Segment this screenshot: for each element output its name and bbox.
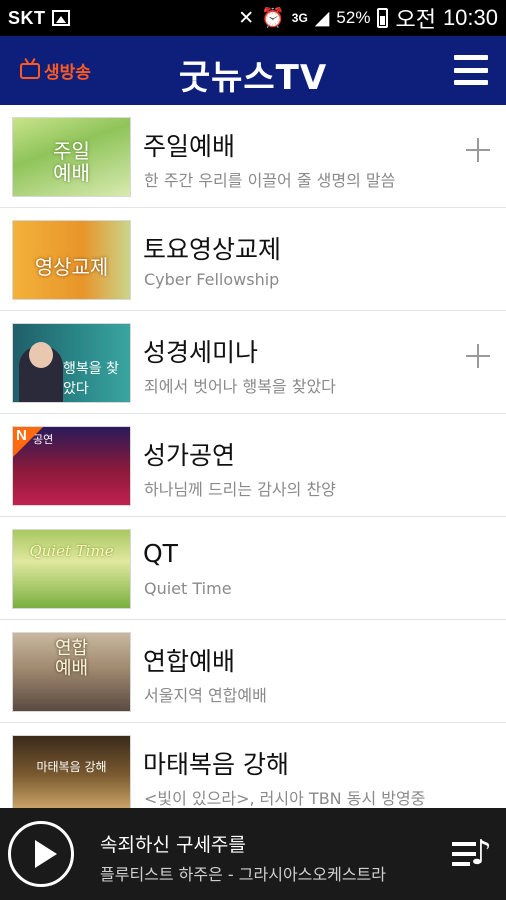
status-bar: SKT ✕ ⏰ 3G ◢ 52% 오전 10:30: [0, 0, 506, 36]
song-title: 속죄하신 구세주를: [100, 834, 246, 856]
program-title: QT: [143, 539, 178, 568]
list-item[interactable]: 마태복음 강해 마태복음 강해 <빛이 있으라>, 러시아 TBN 동시 방영중: [0, 723, 506, 808]
program-subtitle: <빛이 있으라>, 러시아 TBN 동시 방영중: [144, 789, 426, 808]
program-title: 연합예배: [143, 647, 236, 676]
program-subtitle: 서울지역 연합예배: [144, 686, 267, 705]
mute-icon: ✕: [238, 7, 255, 29]
program-title: 토요영상교제: [143, 235, 282, 264]
thumbnail-text: 영상교제: [34, 255, 109, 279]
program-list: 주일 예배 주일예배 한 주간 우리를 이끌어 줄 생명의 말씀 영상교제 토요…: [0, 105, 506, 808]
program-thumbnail: 마태복음 강해: [12, 735, 131, 808]
status-time: 10:30: [442, 5, 498, 30]
battery-percent: 52%: [336, 8, 371, 27]
song-artist: 플루티스트 하주은 - 그라시아스오케스트라: [100, 865, 386, 884]
list-item[interactable]: Quiet Time QT Quiet Time: [0, 517, 506, 620]
app-header: 생방송 굿뉴스TV: [0, 36, 506, 105]
program-thumbnail: N 공연: [12, 426, 131, 506]
list-item[interactable]: 행복을 찾았다 성경세미나 죄에서 벗어나 행복을 찾았다: [0, 311, 506, 414]
program-thumbnail: Quiet Time: [12, 529, 131, 609]
list-item[interactable]: 연합 예배 연합예배 서울지역 연합예배: [0, 620, 506, 723]
program-thumbnail: 행복을 찾았다: [12, 323, 131, 403]
thumbnail-text: 연합 예배: [54, 638, 89, 679]
program-title: 성경세미나: [143, 338, 259, 367]
speaker-head: [29, 342, 53, 368]
list-item[interactable]: 주일 예배 주일예배 한 주간 우리를 이끌어 줄 생명의 말씀: [0, 105, 506, 208]
program-thumbnail: 연합 예배: [12, 632, 131, 712]
image-notification-icon: [51, 10, 70, 26]
thumbnail-text: 공연: [33, 433, 54, 446]
program-subtitle: 하나님께 드리는 감사의 찬양: [144, 480, 336, 499]
program-subtitle: 죄에서 벗어나 행복을 찾았다: [144, 377, 336, 396]
new-badge-icon: N: [16, 427, 27, 444]
thumbnail-text: 행복을 찾았다: [63, 361, 119, 397]
thumbnail-text: Quiet Time: [29, 542, 114, 560]
playlist-icon[interactable]: ♪: [452, 834, 492, 874]
program-title: 주일예배: [143, 132, 236, 161]
status-icons: ✕ ⏰ 3G ◢ 52% 오전 10:30: [238, 2, 498, 34]
list-item[interactable]: N 공연 성가공연 하나님께 드리는 감사의 찬양: [0, 414, 506, 517]
network-type-icon: 3G: [291, 11, 308, 25]
expand-plus-icon[interactable]: [466, 344, 490, 368]
expand-plus-icon[interactable]: [466, 138, 490, 162]
hamburger-menu-icon[interactable]: [454, 55, 488, 85]
play-icon[interactable]: [8, 821, 74, 887]
audio-player-bar: 속죄하신 구세주를 플루티스트 하주은 - 그라시아스오케스트라 ♪: [0, 808, 506, 900]
program-title: 성가공연: [143, 441, 236, 470]
list-item[interactable]: 영상교제 토요영상교제 Cyber Fellowship: [0, 208, 506, 311]
program-subtitle: Cyber Fellowship: [144, 270, 280, 289]
status-ampm: 오전: [395, 7, 436, 32]
thumbnail-text: 주일 예배: [53, 139, 90, 185]
battery-icon: [377, 8, 389, 28]
program-thumbnail: 영상교제: [12, 220, 131, 300]
thumbnail-text: 마태복음 강해: [36, 760, 107, 774]
carrier-label: SKT: [8, 7, 46, 28]
program-subtitle: 한 주간 우리를 이끌어 줄 생명의 말씀: [144, 171, 396, 190]
alarm-icon: ⏰: [261, 7, 285, 29]
program-title: 마태복음 강해: [143, 750, 289, 779]
program-thumbnail: 주일 예배: [12, 117, 131, 197]
program-subtitle: Quiet Time: [144, 579, 232, 598]
app-title: 굿뉴스TV: [178, 58, 328, 98]
signal-icon: ◢: [314, 7, 330, 29]
